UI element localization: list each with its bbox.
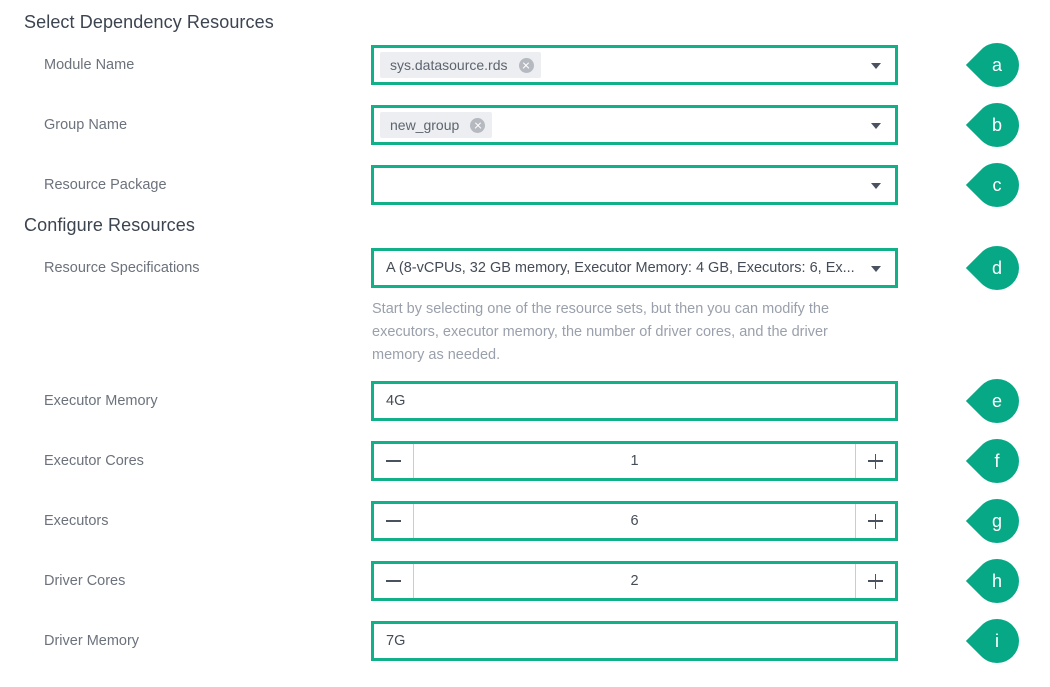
driver-cores-stepper[interactable]: 2 <box>371 561 898 601</box>
chevron-down-icon[interactable] <box>871 63 881 69</box>
label-driver-cores: Driver Cores <box>44 573 126 589</box>
stepper: 2 <box>374 564 895 598</box>
form-row-module-name: Module Name sys.datasource.rds <box>0 45 1050 85</box>
pin-letter: e <box>991 391 1002 411</box>
annotation-marker-a: a <box>953 33 1029 97</box>
pin-letter: i <box>995 631 999 651</box>
section-heading-select-dependency-resources: Select Dependency Resources <box>24 12 274 32</box>
chip-group-name: new_group <box>380 112 493 138</box>
chevron-down-icon[interactable] <box>871 266 881 272</box>
resource-specifications-select[interactable]: A (8-vCPUs, 32 GB memory, Executor Memor… <box>371 248 898 288</box>
group-name-chip-area: new_group <box>374 108 895 142</box>
annotation-marker-g: g <box>953 489 1029 553</box>
increment-button[interactable] <box>855 564 895 598</box>
form-row-driver-memory: Driver Memory 7G <box>0 621 1050 661</box>
decrement-button[interactable] <box>374 564 414 598</box>
label-group-name: Group Name <box>44 117 128 133</box>
label-executor-memory: Executor Memory <box>44 393 158 409</box>
pin-letter: d <box>991 258 1002 278</box>
driver-cores-value[interactable]: 2 <box>414 564 855 598</box>
label-executors: Executors <box>44 513 109 529</box>
executor-cores-value[interactable]: 1 <box>414 444 855 478</box>
minus-icon <box>386 574 401 589</box>
chip-remove-icon[interactable] <box>518 57 534 73</box>
chip-label: sys.datasource.rds <box>390 57 508 73</box>
form-row-resource-package: Resource Package <box>0 165 1050 205</box>
resource-specifications-value: A (8-vCPUs, 32 GB memory, Executor Memor… <box>386 260 855 276</box>
label-resource-package: Resource Package <box>44 177 167 193</box>
plus-icon <box>868 513 883 529</box>
stepper: 6 <box>374 504 895 538</box>
pin-letter: a <box>991 55 1002 75</box>
label-executor-cores: Executor Cores <box>44 453 144 469</box>
form-row-group-name: Group Name new_group <box>0 105 1050 145</box>
form-row-executor-memory: Executor Memory 4G <box>0 381 1050 421</box>
increment-button[interactable] <box>855 444 895 478</box>
annotation-marker-b: b <box>953 93 1029 157</box>
decrement-button[interactable] <box>374 504 414 538</box>
module-name-chip-area: sys.datasource.rds <box>374 48 895 82</box>
chevron-down-icon[interactable] <box>871 183 881 189</box>
resource-package-select[interactable] <box>371 165 898 205</box>
executor-memory-input[interactable]: 4G <box>371 381 898 421</box>
chevron-down-icon[interactable] <box>871 123 881 129</box>
executor-cores-stepper[interactable]: 1 <box>371 441 898 481</box>
section-heading-configure-resources: Configure Resources <box>24 215 195 235</box>
pin-letter: f <box>994 451 1000 471</box>
resource-package-value <box>386 168 907 202</box>
chip-module-name: sys.datasource.rds <box>380 52 541 78</box>
decrement-button[interactable] <box>374 444 414 478</box>
annotation-marker-d: d <box>953 236 1029 300</box>
plus-icon <box>868 453 883 469</box>
minus-icon <box>386 454 401 469</box>
resource-specifications-help-text: Start by selecting one of the resource s… <box>372 301 830 363</box>
stepper: 1 <box>374 444 895 478</box>
executors-stepper[interactable]: 6 <box>371 501 898 541</box>
annotation-marker-e: e <box>953 369 1029 433</box>
annotation-marker-h: h <box>953 549 1029 613</box>
driver-memory-value: 7G <box>386 633 406 649</box>
group-name-select[interactable]: new_group <box>371 105 898 145</box>
pin-letter: b <box>991 115 1002 135</box>
increment-button[interactable] <box>855 504 895 538</box>
module-name-select[interactable]: sys.datasource.rds <box>371 45 898 85</box>
annotation-marker-f: f <box>953 429 1029 493</box>
form-row-executors: Executors 6 <box>0 501 1050 541</box>
annotation-marker-c: c <box>953 153 1029 217</box>
label-module-name: Module Name <box>44 57 135 73</box>
form-row-driver-cores: Driver Cores 2 <box>0 561 1050 601</box>
chip-remove-icon[interactable] <box>470 117 486 133</box>
minus-icon <box>386 514 401 529</box>
label-driver-memory: Driver Memory <box>44 633 140 649</box>
plus-icon <box>868 573 883 589</box>
form-row-resource-specifications: Resource Specifications A (8-vCPUs, 32 G… <box>0 248 1050 288</box>
driver-memory-input[interactable]: 7G <box>371 621 898 661</box>
form-row-executor-cores: Executor Cores 1 <box>0 441 1050 481</box>
annotation-marker-i: i <box>953 609 1029 673</box>
pin-letter: g <box>991 511 1002 531</box>
label-resource-specifications: Resource Specifications <box>44 260 200 276</box>
pin-letter: c <box>992 175 1002 195</box>
executors-value[interactable]: 6 <box>414 504 855 538</box>
chip-label: new_group <box>390 117 460 133</box>
pin-letter: h <box>991 571 1002 591</box>
executor-memory-value: 4G <box>386 393 406 409</box>
